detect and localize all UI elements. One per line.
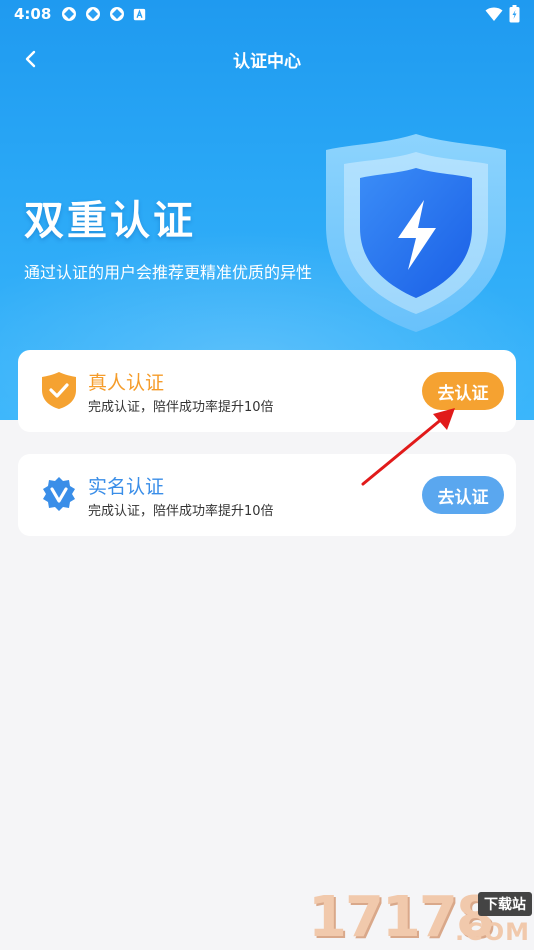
watermark-tag: 下载站 bbox=[478, 892, 532, 916]
shield-lightning-icon bbox=[326, 134, 506, 332]
battery-icon bbox=[509, 5, 520, 23]
app-icon bbox=[62, 7, 77, 21]
hero-subtitle: 通过认证的用户会推荐更精准优质的异性 bbox=[24, 263, 313, 282]
site-watermark: 17178 下载站 .COM bbox=[308, 888, 534, 948]
nav-bar: 认证中心 bbox=[0, 38, 534, 80]
app-icon bbox=[86, 7, 101, 21]
status-bar: 4:08 bbox=[0, 0, 534, 28]
red-arrow-icon bbox=[361, 408, 455, 486]
notification-a-icon bbox=[134, 8, 146, 20]
status-time: 4:08 bbox=[14, 5, 52, 23]
back-button[interactable] bbox=[16, 44, 46, 74]
badge-v-icon bbox=[43, 477, 75, 511]
card-title: 实名认证 bbox=[88, 476, 165, 498]
card-desc: 完成认证，陪伴成功率提升10倍 bbox=[88, 400, 274, 415]
shield-check-icon bbox=[42, 372, 76, 409]
status-right bbox=[485, 5, 520, 23]
chevron-left-icon bbox=[25, 50, 36, 68]
hero-title: 双重认证 bbox=[24, 198, 196, 244]
watermark-suffix: .COM bbox=[454, 918, 530, 946]
page-title: 认证中心 bbox=[233, 51, 301, 72]
app-icon bbox=[110, 7, 125, 21]
card-title: 真人认证 bbox=[88, 372, 165, 394]
wifi-icon bbox=[485, 7, 503, 21]
card-desc: 完成认证，陪伴成功率提升10倍 bbox=[88, 504, 274, 519]
